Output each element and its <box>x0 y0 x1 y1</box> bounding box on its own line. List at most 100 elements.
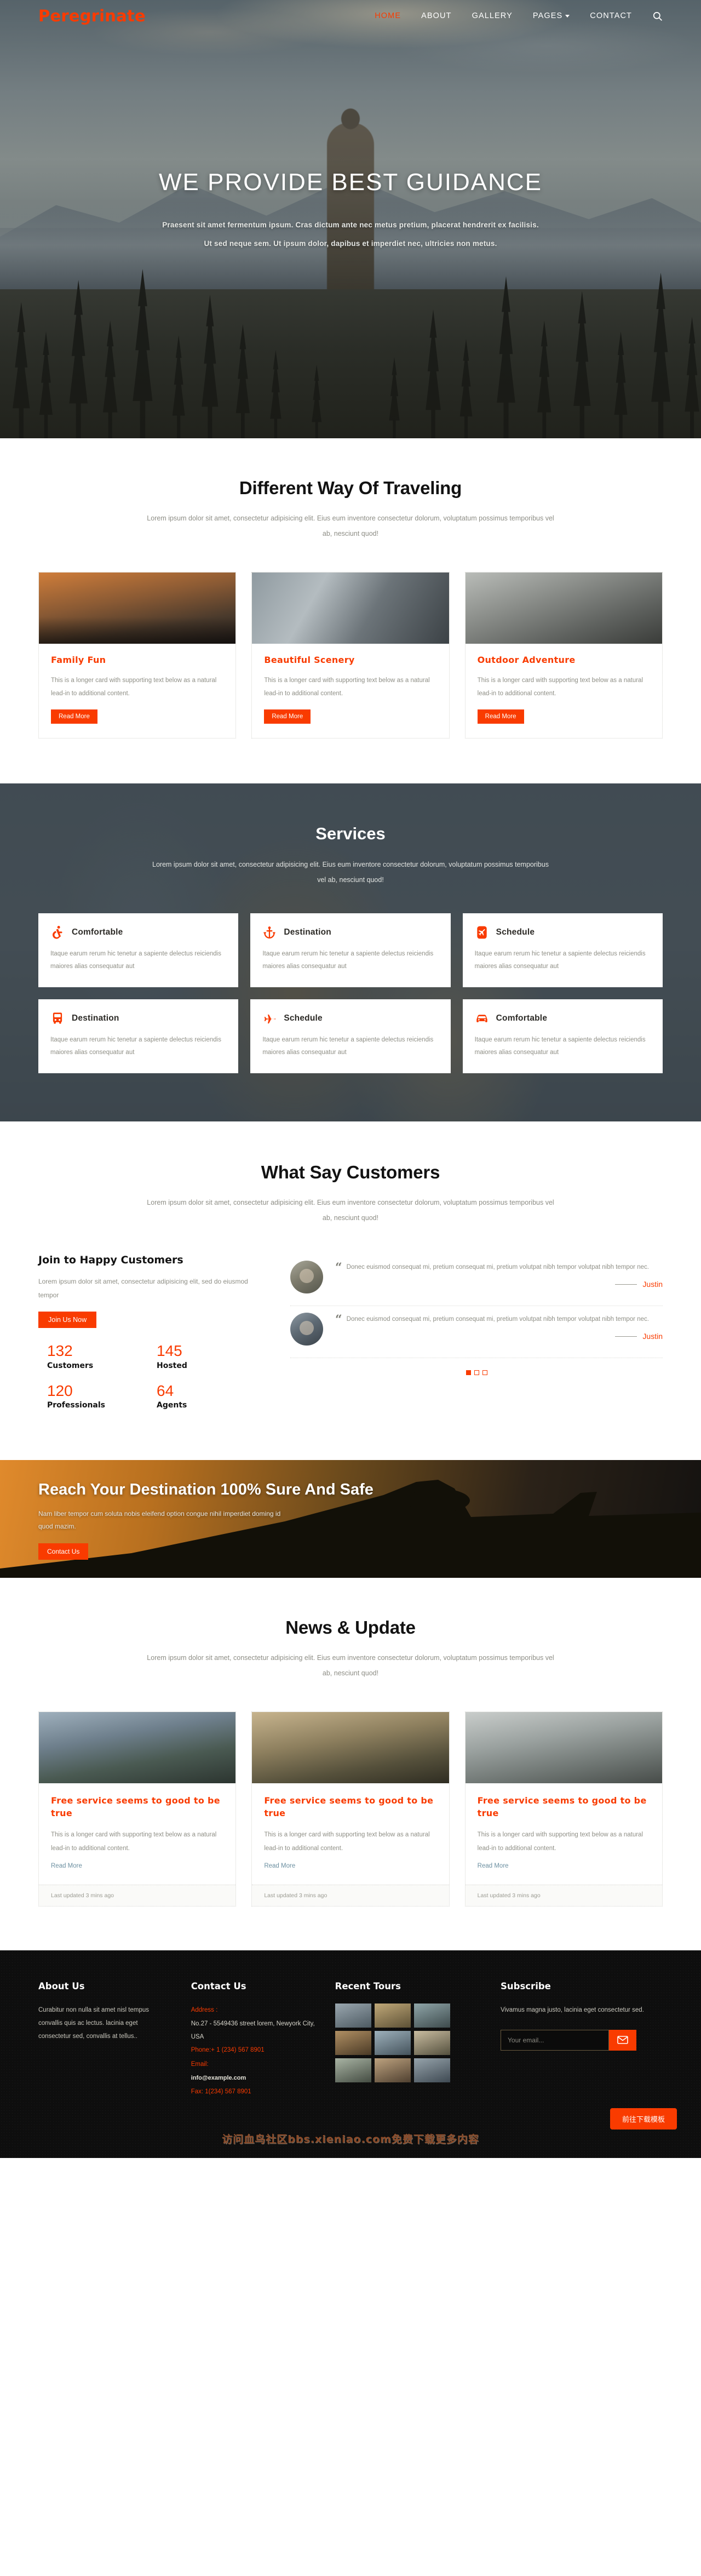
search-icon <box>653 12 663 21</box>
traveling-subtitle: Lorem ipsum dolor sit amet, consectetur … <box>147 514 554 538</box>
join-us-now-button[interactable]: Join Us Now <box>38 1312 97 1329</box>
fax-value: Fax: 1(234) 567 8901 <box>191 2088 251 2096</box>
email-field[interactable] <box>501 2029 610 2051</box>
pagination-dot-3[interactable] <box>482 1370 487 1376</box>
footer-subscribe-title: Subscribe <box>501 1980 551 1991</box>
news-title: News & Update <box>285 1617 416 1638</box>
read-more-link[interactable]: Read More <box>51 1863 82 1869</box>
testimonial-item: “ Donec euismod consequat mi, pretium co… <box>290 1254 663 1307</box>
tour-thumbnail[interactable] <box>413 2058 450 2082</box>
search-button[interactable] <box>652 11 663 21</box>
service-card-schedule-jet[interactable]: Schedule Itaque earum rerum hic tenetur … <box>250 999 451 1074</box>
footer-recent-tours: Recent Tours <box>335 1981 481 2099</box>
footer-contact: Contact Us Address : No.27 - 5549436 str… <box>191 1981 315 2099</box>
site-logo[interactable]: Peregrinate <box>38 7 146 25</box>
service-text: Itaque earum rerum hic tenetur a sapient… <box>50 951 221 970</box>
nav-item-pages[interactable]: PAGES <box>533 12 570 20</box>
service-card-comfortable-car[interactable]: Comfortable Itaque earum rerum hic tenet… <box>462 999 663 1074</box>
read-more-button[interactable]: Read More <box>264 709 311 724</box>
card-image <box>465 573 662 644</box>
read-more-button[interactable]: Read More <box>51 709 97 724</box>
read-more-link[interactable]: Read More <box>264 1863 295 1869</box>
read-more-button[interactable]: Read More <box>477 709 524 724</box>
read-more-link[interactable]: Read More <box>478 1863 509 1869</box>
card-image <box>252 1712 449 1784</box>
news-card[interactable]: Free service seems to good to be true Th… <box>464 1711 663 1907</box>
pagination-dot-2[interactable] <box>474 1370 479 1376</box>
services-subtitle: Lorem ipsum dolor sit amet, consectetur … <box>152 860 549 884</box>
card-image <box>39 573 236 644</box>
hero-section: Peregrinate HOME ABOUT GALLERY PAGES CON… <box>0 0 701 438</box>
tours-thumbnail-grid <box>335 2003 450 2082</box>
card-title: Family Fun <box>51 655 106 666</box>
travel-card[interactable]: Family Fun This is a longer card with su… <box>38 572 237 739</box>
testimonial-author: Justin <box>642 1280 663 1289</box>
card-image <box>39 1712 236 1784</box>
nav-item-gallery[interactable]: GALLERY <box>472 12 513 20</box>
card-title: Free service seems to good to be true <box>477 1795 647 1819</box>
customers-title: What Say Customers <box>261 1162 440 1183</box>
phone-value[interactable]: Phone:+ 1 (234) 567 8901 <box>191 2043 315 2057</box>
service-text: Itaque earum rerum hic tenetur a sapient… <box>474 1037 646 1056</box>
pagination-dot-1[interactable] <box>466 1370 471 1376</box>
nav-links: HOME ABOUT GALLERY PAGES CONTACT <box>375 11 663 21</box>
envelope-icon <box>617 2036 628 2045</box>
subscribe-submit-button[interactable] <box>609 2029 637 2051</box>
join-panel: Join to Happy Customers Lorem ipsum dolo… <box>38 1254 257 1422</box>
nav-item-contact[interactable]: CONTACT <box>590 12 632 20</box>
hero-subtitle: Praesent sit amet fermentum ipsum. Cras … <box>162 221 539 248</box>
tour-thumbnail[interactable] <box>335 2030 371 2055</box>
email-label: Email: <box>191 2060 209 2068</box>
stats-grid: 132 Customers 145 Hosted 120 Professiona… <box>38 1342 257 1421</box>
stat-hosted: 145 Hosted <box>148 1342 257 1370</box>
service-card-destination-anchor[interactable]: Destination Itaque earum rerum hic tenet… <box>250 913 451 988</box>
service-text: Itaque earum rerum hic tenetur a sapient… <box>50 1037 221 1056</box>
footer-tours-title: Recent Tours <box>335 1980 401 1991</box>
customers-subtitle: Lorem ipsum dolor sit amet, consectetur … <box>147 1199 554 1222</box>
nav-item-about[interactable]: ABOUT <box>421 12 451 20</box>
stat-label: Professionals <box>47 1400 105 1410</box>
avatar <box>290 1313 323 1346</box>
card-footer: Last updated 3 mins ago <box>252 1884 449 1906</box>
service-text: Itaque earum rerum hic tenetur a sapient… <box>474 951 646 970</box>
download-template-button[interactable]: 前往下载模板 <box>610 2108 677 2130</box>
service-title: Comfortable <box>72 928 123 937</box>
car-icon <box>476 1015 487 1022</box>
jet-icon <box>265 1014 276 1024</box>
news-card[interactable]: Free service seems to good to be true Th… <box>38 1711 237 1907</box>
card-text: This is a longer card with supporting te… <box>51 677 217 697</box>
stat-number: 132 <box>47 1342 73 1360</box>
news-card[interactable]: Free service seems to good to be true Th… <box>251 1711 450 1907</box>
testimonials-panel: “ Donec euismod consequat mi, pretium co… <box>290 1254 663 1422</box>
main-navigation: Peregrinate HOME ABOUT GALLERY PAGES CON… <box>38 0 663 32</box>
tour-thumbnail[interactable] <box>374 2058 411 2082</box>
travel-card[interactable]: Beautiful Scenery This is a longer card … <box>251 572 450 739</box>
traveling-cards: Family Fun This is a longer card with su… <box>38 572 663 739</box>
nav-item-pages-label: PAGES <box>532 12 563 20</box>
service-card-comfortable[interactable]: Comfortable Itaque earum rerum hic tenet… <box>38 913 239 988</box>
nav-item-home[interactable]: HOME <box>375 12 401 20</box>
news-header: News & Update Lorem ipsum dolor sit amet… <box>38 1617 663 1681</box>
testimonial-quote: Donec euismod consequat mi, pretium cons… <box>346 1316 649 1323</box>
card-text: This is a longer card with supporting te… <box>51 1831 217 1852</box>
join-text: Lorem ipsum dolor sit amet, consectetur … <box>38 1278 248 1299</box>
service-card-schedule-plane[interactable]: Schedule Itaque earum rerum hic tenetur … <box>462 913 663 988</box>
card-title: Free service seems to good to be true <box>51 1795 220 1819</box>
tour-thumbnail[interactable] <box>374 2030 411 2055</box>
service-title: Schedule <box>284 1014 323 1023</box>
travel-card[interactable]: Outdoor Adventure This is a longer card … <box>464 572 663 739</box>
service-card-destination-bus[interactable]: Destination Itaque earum rerum hic tenet… <box>38 999 239 1074</box>
service-title: Schedule <box>496 928 535 937</box>
card-title: Free service seems to good to be true <box>264 1795 434 1819</box>
tour-thumbnail[interactable] <box>374 2003 411 2028</box>
contact-us-button[interactable]: Contact Us <box>38 1543 89 1560</box>
email-value[interactable]: info@example.com <box>191 2071 315 2085</box>
tour-thumbnail[interactable] <box>335 2003 371 2028</box>
tour-thumbnail[interactable] <box>413 2003 450 2028</box>
service-text: Itaque earum rerum hic tenetur a sapient… <box>262 951 434 970</box>
chevron-down-icon <box>565 14 570 18</box>
services-grid: Comfortable Itaque earum rerum hic tenet… <box>38 913 663 1074</box>
card-footer: Last updated 3 mins ago <box>465 1884 662 1906</box>
tour-thumbnail[interactable] <box>335 2058 371 2082</box>
tour-thumbnail[interactable] <box>413 2030 450 2055</box>
